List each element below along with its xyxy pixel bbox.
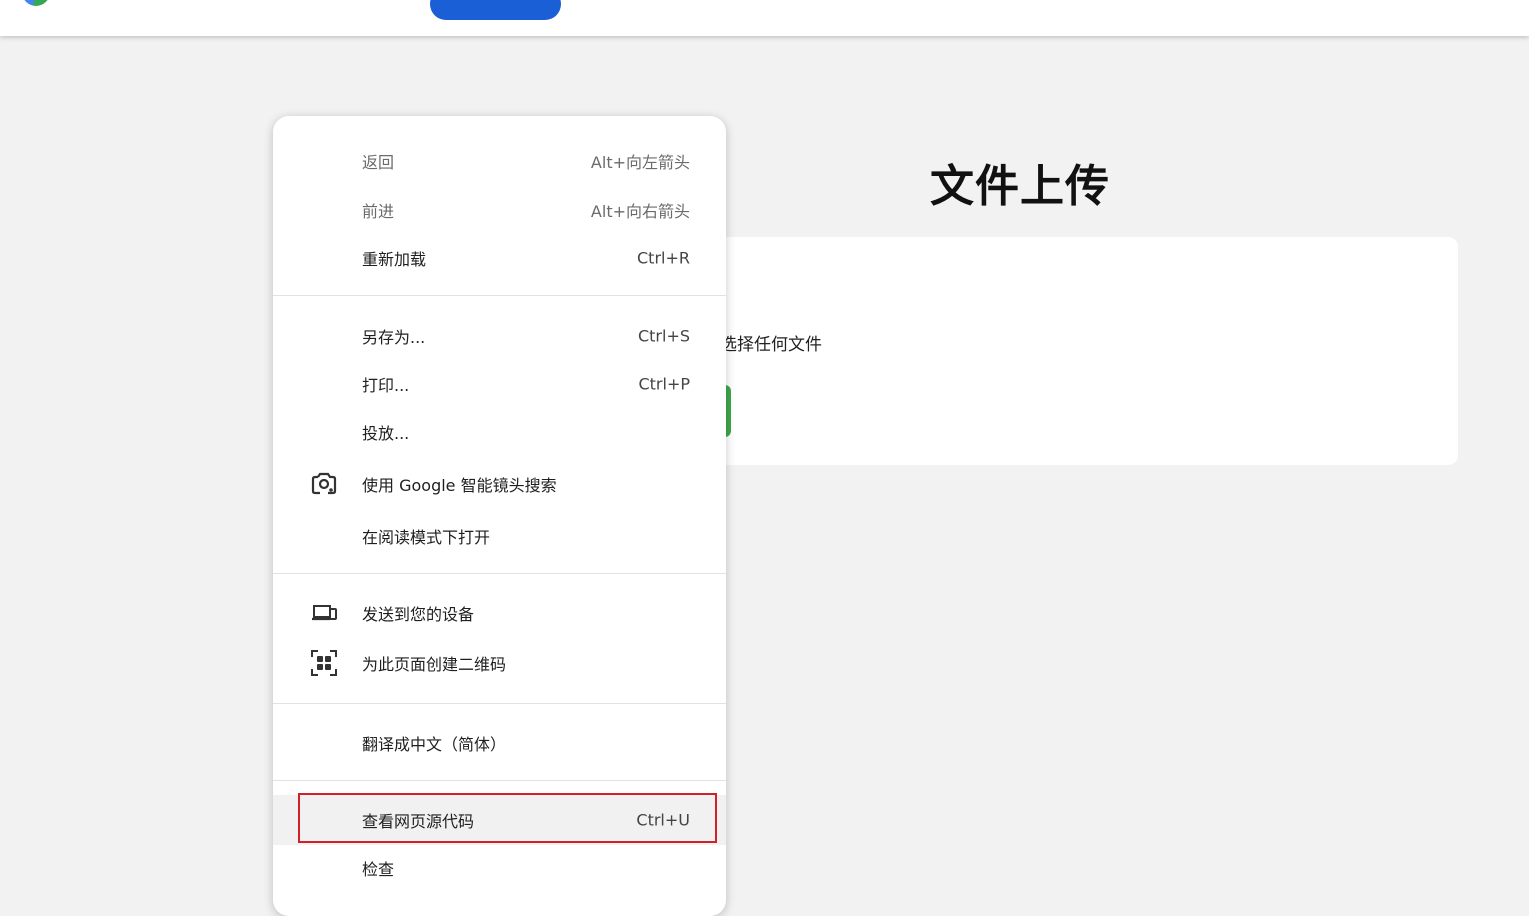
menu-item-shortcut: Alt+向左箭头 xyxy=(590,153,690,172)
menu-item-shortcut: Ctrl+R xyxy=(637,248,690,268)
menu-item-shortcut: Ctrl+S xyxy=(637,326,690,346)
top-action-button[interactable] xyxy=(430,0,561,20)
menu-divider xyxy=(273,573,726,574)
menu-item-print[interactable]: 打印... Ctrl+P xyxy=(273,364,726,404)
menu-item-cast[interactable]: 投放... xyxy=(273,412,726,452)
highlight-annotation-box xyxy=(298,793,717,843)
menu-divider xyxy=(273,780,726,781)
menu-item-back[interactable]: 返回 Alt+向左箭头 xyxy=(273,141,726,181)
menu-item-label: 投放... xyxy=(362,424,410,443)
menu-item-label: 重新加载 xyxy=(362,250,427,269)
menu-item-google-lens[interactable]: 使用 Google 智能镜头搜索 xyxy=(273,464,726,504)
menu-item-label: 为此页面创建二维码 xyxy=(362,655,507,674)
menu-item-label: 返回 xyxy=(362,153,395,172)
google-logo-icon xyxy=(22,0,50,6)
upload-hint: 选择任何文件 xyxy=(720,335,822,355)
google-lens-icon xyxy=(311,472,337,495)
menu-item-forward[interactable]: 前进 Alt+向右箭头 xyxy=(273,190,726,230)
menu-item-shortcut: Ctrl+P xyxy=(638,374,690,394)
page-title: 文件上传 xyxy=(930,161,1110,212)
menu-item-shortcut: Alt+向右箭头 xyxy=(590,202,690,221)
menu-item-inspect[interactable]: 检查 xyxy=(273,848,726,888)
menu-item-reading-mode[interactable]: 在阅读模式下打开 xyxy=(273,516,726,556)
devices-icon xyxy=(312,605,337,621)
menu-item-label: 打印... xyxy=(362,376,410,395)
menu-item-label: 前进 xyxy=(362,202,395,221)
menu-item-translate[interactable]: 翻译成中文（简体） xyxy=(273,723,726,763)
menu-item-label: 在阅读模式下打开 xyxy=(362,528,491,547)
menu-item-send-to-devices[interactable]: 发送到您的设备 xyxy=(273,593,726,633)
menu-item-label: 翻译成中文（简体） xyxy=(362,735,507,754)
menu-item-label: 检查 xyxy=(362,860,395,879)
menu-item-label: 发送到您的设备 xyxy=(362,605,475,624)
menu-item-label: 另存为... xyxy=(362,328,426,347)
top-bar xyxy=(0,0,1529,36)
qr-code-icon xyxy=(311,650,337,676)
menu-divider xyxy=(273,703,726,704)
menu-item-label: 使用 Google 智能镜头搜索 xyxy=(362,476,557,495)
menu-item-create-qr-code[interactable]: 为此页面创建二维码 xyxy=(273,643,726,683)
menu-divider xyxy=(273,295,726,296)
menu-item-save-as[interactable]: 另存为... Ctrl+S xyxy=(273,316,726,356)
menu-item-reload[interactable]: 重新加载 Ctrl+R xyxy=(273,238,726,278)
